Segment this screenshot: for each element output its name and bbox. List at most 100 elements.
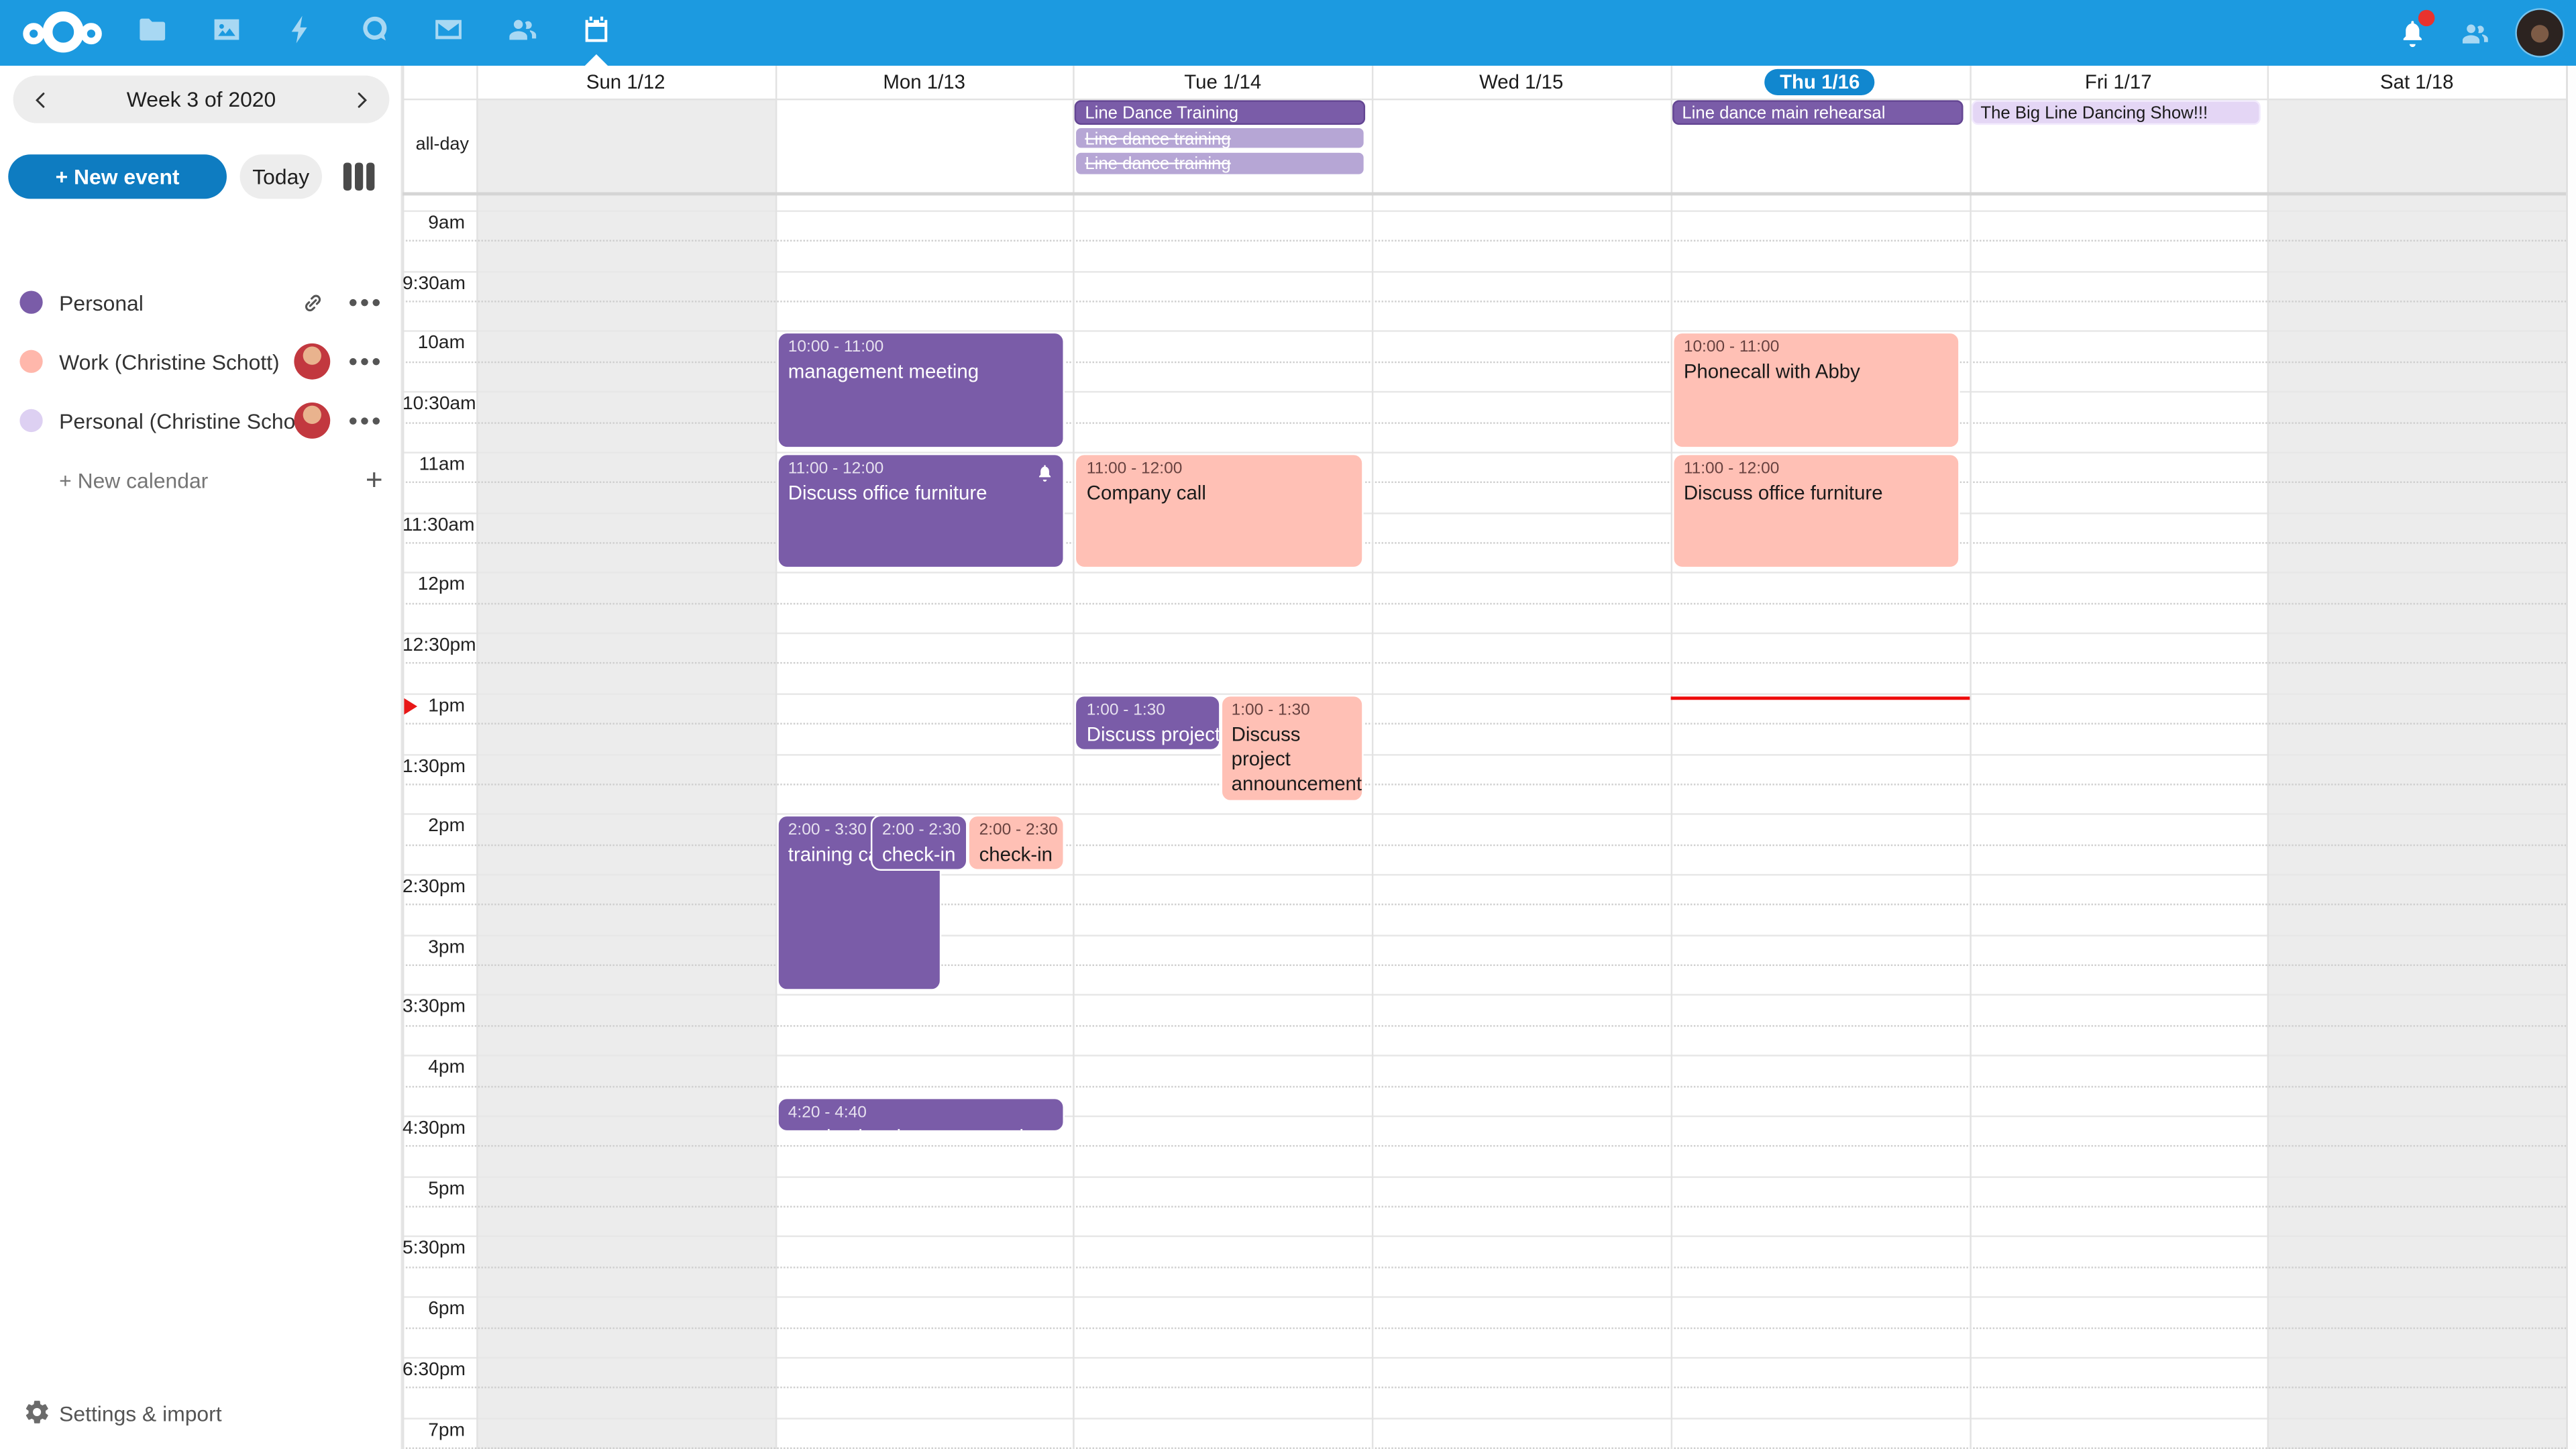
grid-line-dotted xyxy=(402,482,2566,483)
calendar-item-1[interactable]: Personal●●● xyxy=(0,273,402,332)
allday-event[interactable]: Line dance training xyxy=(1075,152,1366,176)
allday-event[interactable]: Line dance main rehearsal xyxy=(1672,100,1963,124)
event-time: 11:00 - 12:00 xyxy=(788,458,1053,481)
calendar-color-dot xyxy=(19,290,42,313)
event-time: 11:00 - 12:00 xyxy=(1684,458,1949,481)
notification-badge xyxy=(2418,10,2434,26)
time-label: 3:30pm xyxy=(402,998,465,1018)
grid-line-dotted xyxy=(402,784,2566,785)
time-label: 9:30am xyxy=(402,274,465,293)
event-management-meeting[interactable]: 10:00 - 11:00management meeting xyxy=(777,333,1065,449)
event-discuss-office-furniture[interactable]: 11:00 - 12:00Discuss office furniture xyxy=(777,453,1065,570)
column-border xyxy=(1372,66,1373,1449)
week-navigation: Week 3 of 2020 xyxy=(13,76,390,123)
previous-week-button[interactable] xyxy=(13,76,69,123)
today-button[interactable]: Today xyxy=(240,154,322,199)
grid-line-dotted xyxy=(402,1025,2566,1026)
week-label[interactable]: Week 3 of 2020 xyxy=(69,87,333,112)
column-border xyxy=(1969,66,1970,1449)
time-label: 11:30am xyxy=(402,515,465,535)
calendar-item-3[interactable]: Personal (Christine Scho... ●●● xyxy=(0,391,402,450)
share-link-icon[interactable] xyxy=(294,284,330,321)
new-calendar-button[interactable]: + New calendar + xyxy=(0,450,402,509)
calendar-name: Work (Christine Schott) xyxy=(59,349,297,374)
nextcloud-calendar-app: Week 3 of 2020 + New event Today Persona… xyxy=(0,0,2576,1449)
contacts-menu-icon[interactable] xyxy=(2455,13,2494,53)
nextcloud-logo[interactable] xyxy=(23,11,99,54)
day-header-tue[interactable]: Tue 1/14 xyxy=(1073,66,1372,99)
grid-line xyxy=(402,693,2566,694)
event-title: Discuss project announcement xyxy=(1087,722,1209,747)
day-header-mon[interactable]: Mon 1/13 xyxy=(775,66,1073,99)
talk-icon xyxy=(358,12,390,53)
grid-line-dotted xyxy=(402,1206,2566,1208)
calendar-item-2[interactable]: Work (Christine Schott) ●●● xyxy=(0,332,402,391)
allday-event[interactable]: Line dance training xyxy=(1075,126,1366,150)
event-company-call[interactable]: 11:00 - 12:00Company call xyxy=(1075,453,1363,570)
grid-line xyxy=(402,1176,2566,1177)
vertical-scrollbar[interactable] xyxy=(2566,66,2576,1449)
time-label: 9am xyxy=(402,213,465,233)
grid-line xyxy=(402,814,2566,815)
calendar-color-dot xyxy=(19,350,42,373)
grid-line xyxy=(402,270,2566,272)
event-title: Discuss office furniture xyxy=(1684,481,1949,506)
grid-line-dotted xyxy=(402,240,2566,241)
column-border xyxy=(2267,66,2269,1449)
settings-and-import[interactable]: Settings & import xyxy=(0,1390,402,1436)
app-calendar[interactable] xyxy=(559,0,633,66)
calendar-name: Personal (Christine Scho... xyxy=(59,409,297,433)
grid-line xyxy=(402,331,2566,332)
app-mail[interactable] xyxy=(411,0,484,66)
top-bar-right xyxy=(2392,0,2563,66)
day-header-wed[interactable]: Wed 1/15 xyxy=(1372,66,1670,99)
app-menu xyxy=(115,0,632,66)
notifications-bell-icon[interactable] xyxy=(2392,13,2432,53)
day-header-thu[interactable]: Thu 1/16 xyxy=(1670,66,1969,99)
event-discuss-project-announcement[interactable]: 1:00 - 1:30Discuss project announcement xyxy=(1220,694,1363,801)
grid-line xyxy=(402,934,2566,936)
view-switcher-icon[interactable] xyxy=(340,160,376,193)
event-check-in[interactable]: 2:00 - 2:30check-in xyxy=(967,815,1065,871)
day-header-sat[interactable]: Sat 1/18 xyxy=(2267,66,2566,99)
event-phonecall-with-abby[interactable]: 10:00 - 11:00Phonecall with Abby xyxy=(1672,333,1960,449)
time-label: 5:30pm xyxy=(402,1240,465,1259)
grid-line xyxy=(402,210,2566,211)
column-border xyxy=(476,66,478,1449)
event-discuss-project-announcement[interactable]: 1:00 - 1:30Discuss project announcement xyxy=(1075,694,1220,750)
day-header-fri[interactable]: Fri 1/17 xyxy=(1969,66,2267,99)
app-talk[interactable] xyxy=(337,0,411,66)
current-time-marker-icon xyxy=(404,698,417,714)
grid-line-dotted xyxy=(402,542,2566,543)
day-header-sun[interactable]: Sun 1/12 xyxy=(476,66,775,99)
app-files[interactable] xyxy=(115,0,189,66)
allday-event[interactable]: The Big Line Dancing Show!!! xyxy=(1971,100,2261,124)
app-photos[interactable] xyxy=(189,0,263,66)
event-time: 2:00 - 2:30 xyxy=(882,820,956,843)
calendar-menu-icon[interactable]: ●●● xyxy=(348,411,383,429)
calendar-menu-icon[interactable]: ●●● xyxy=(348,293,383,311)
new-event-button[interactable]: + New event xyxy=(8,154,227,199)
event-time: 1:00 - 1:30 xyxy=(1232,700,1352,722)
settings-label: Settings & import xyxy=(59,1401,221,1426)
grid-line xyxy=(402,451,2566,453)
event-check-in[interactable]: 2:00 - 2:30check-in xyxy=(871,815,968,871)
app-activity[interactable] xyxy=(263,0,337,66)
time-label: 4pm xyxy=(402,1059,465,1078)
plus-icon: + xyxy=(366,465,383,494)
time-label: 2pm xyxy=(402,817,465,837)
grid-line-dotted xyxy=(402,301,2566,302)
calendar-menu-icon[interactable]: ●●● xyxy=(348,352,383,370)
allday-event[interactable]: Line Dance Training xyxy=(1075,100,1366,124)
next-week-button[interactable] xyxy=(333,76,389,123)
event-time: 2:00 - 2:30 xyxy=(979,820,1053,843)
column-border xyxy=(1073,66,1075,1449)
event-time: 1:00 - 1:30 xyxy=(1087,700,1209,722)
event-discuss-office-furniture[interactable]: 11:00 - 12:00Discuss office furniture xyxy=(1672,453,1960,570)
new-calendar-label: + New calendar xyxy=(59,468,208,492)
current-time-line xyxy=(1670,697,1969,700)
user-avatar[interactable] xyxy=(2517,10,2563,56)
app-contacts[interactable] xyxy=(484,0,558,66)
active-app-caret xyxy=(584,54,607,66)
event-purchasing-dept-conversation[interactable]: 4:20 - 4:40purchasing dept conversation xyxy=(777,1097,1065,1132)
